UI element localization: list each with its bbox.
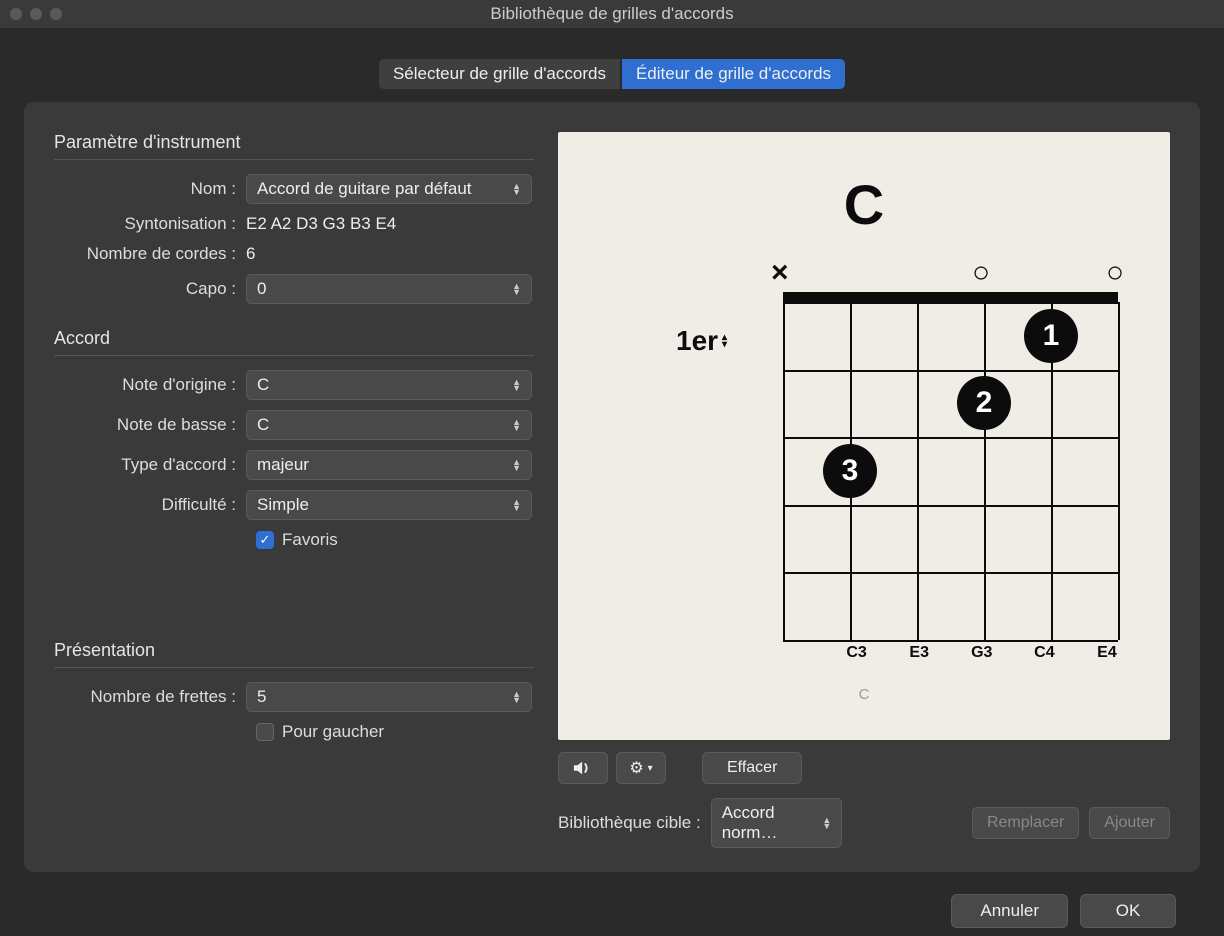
ok-button[interactable]: OK [1080,894,1176,928]
divider [54,159,534,160]
clear-button[interactable]: Effacer [702,752,802,784]
replace-button[interactable]: Remplacer [972,807,1079,839]
label-name: Nom : [54,179,246,199]
mute-marker[interactable]: × [771,256,789,290]
chevron-updown-icon: ▲▼ [822,817,831,829]
chevron-updown-icon: ▲▼ [512,691,521,703]
add-button[interactable]: Ajouter [1089,807,1170,839]
target-library-select[interactable]: Accord norm… ▲▼ [711,798,843,848]
type-select[interactable]: majeur ▲▼ [246,450,532,480]
section-chord: Accord [54,328,534,349]
capo-value: 0 [257,279,266,299]
label-tuning: Syntonisation : [54,214,246,234]
chord-name: C [558,172,1170,237]
chevron-down-icon: ▾ [648,763,653,774]
speaker-icon [573,760,593,776]
chevron-updown-icon: ▲▼ [512,419,521,431]
minimize-window[interactable] [30,8,42,20]
lefthand-checkbox[interactable] [256,723,274,741]
finger-marker[interactable]: 1 [1024,309,1078,363]
label-root: Note d'origine : [54,375,246,395]
bass-value: C [257,415,269,435]
chevron-updown-icon: ▲▼ [512,183,521,195]
chevron-updown-icon: ▲▼ [512,283,521,295]
tab-editor[interactable]: Éditeur de grille d'accords [621,58,846,90]
capo-select[interactable]: 0 ▲▼ [246,274,532,304]
label-type: Type d'accord : [54,455,246,475]
close-window[interactable] [10,8,22,20]
cancel-button[interactable]: Annuler [951,894,1068,928]
fret-position[interactable]: 1er ▴▾ [676,325,727,357]
open-marker[interactable]: ○ [1106,256,1124,290]
window-title: Bibliothèque de grilles d'accords [0,4,1224,24]
strings-value: 6 [246,244,255,264]
chevron-updown-icon: ▲▼ [512,459,521,471]
divider [54,667,534,668]
titlebar: Bibliothèque de grilles d'accords [0,0,1224,28]
name-select[interactable]: Accord de guitare par défaut ▲▼ [246,174,532,204]
play-sound-button[interactable] [558,752,608,784]
lefthand-label: Pour gaucher [282,722,384,742]
label-strings: Nombre de cordes : [54,244,246,264]
zoom-window[interactable] [50,8,62,20]
label-capo: Capo : [54,279,246,299]
label-difficulty: Difficulté : [54,495,246,515]
tab-selector[interactable]: Sélecteur de grille d'accords [378,58,621,90]
open-marker[interactable]: ○ [972,256,990,290]
nut [783,292,1118,302]
finger-marker[interactable]: 3 [823,444,877,498]
fretboard[interactable]: 12 3 [783,302,1118,640]
name-value: Accord de guitare par défaut [257,179,472,199]
segmented-control: Sélecteur de grille d'accords Éditeur de… [24,58,1200,90]
divider [54,355,534,356]
difficulty-select[interactable]: Simple ▲▼ [246,490,532,520]
string-note-label: C4 [1033,644,1055,662]
label-bass: Note de basse : [54,415,246,435]
section-presentation: Présentation [54,640,534,661]
frets-select[interactable]: 5 ▲▼ [246,682,532,712]
stepper-icon: ▴▾ [722,334,727,348]
chord-diagram[interactable]: C 1er ▴▾ × ○ ○ 12 3 C3 E3 G3 C4 E4 C [558,132,1170,740]
gear-icon: ⚙ [629,758,643,778]
string-note-label: C3 [846,644,868,662]
bass-select[interactable]: C ▲▼ [246,410,532,440]
label-frets: Nombre de frettes : [54,687,246,707]
favorite-label: Favoris [282,530,338,550]
string-note-label [783,644,805,662]
difficulty-value: Simple [257,495,309,515]
tuning-value: E2 A2 D3 G3 B3 E4 [246,214,396,234]
chevron-updown-icon: ▲▼ [512,499,521,511]
string-note-label: E4 [1096,644,1118,662]
finger-marker[interactable]: 2 [957,376,1011,430]
target-library-value: Accord norm… [722,803,823,843]
favorite-checkbox[interactable]: ✓ [256,531,274,549]
root-value: C [257,375,269,395]
section-instrument: Paramètre d'instrument [54,132,534,153]
string-note-label: E3 [908,644,930,662]
chord-subtitle: C [558,686,1170,703]
frets-value: 5 [257,687,266,707]
string-note-label: G3 [971,644,993,662]
type-value: majeur [257,455,309,475]
root-select[interactable]: C ▲▼ [246,370,532,400]
target-library-label: Bibliothèque cible : [558,813,701,833]
settings-menu-button[interactable]: ⚙ ▾ [616,752,666,784]
chevron-updown-icon: ▲▼ [512,379,521,391]
